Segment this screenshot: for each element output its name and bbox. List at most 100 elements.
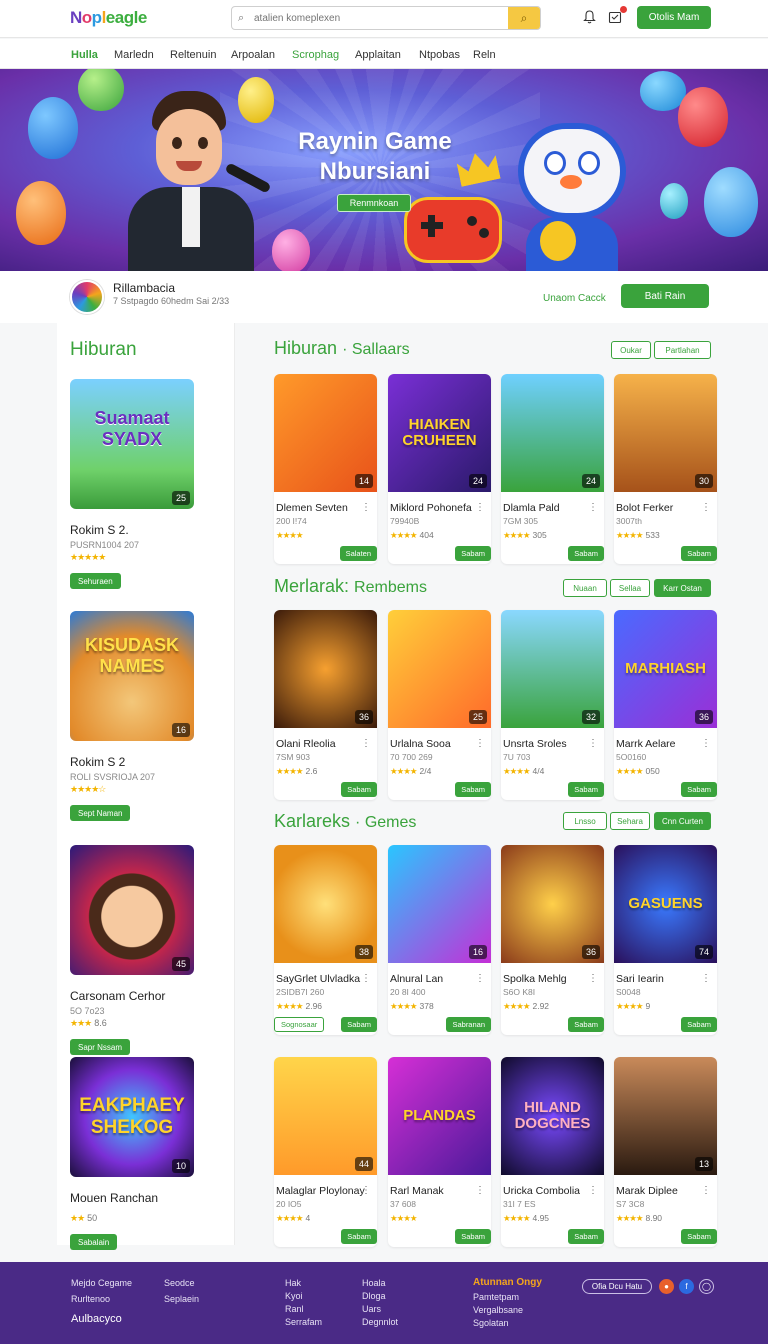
play-button[interactable]: Sabam xyxy=(455,782,491,797)
game-card[interactable]: 13 Marak Diplee ⋮ S7 3C8 ★★★★ 8.90 Sabam xyxy=(614,1057,717,1247)
game-card[interactable]: 44 Malaglar Ploylonay ⋮ 20 IO5 ★★★★ 4 Sabam xyxy=(274,1057,377,1247)
nav-item[interactable]: Reln xyxy=(473,49,496,61)
game-thumbnail[interactable]: HIAIKEN CRUHEEN 24 xyxy=(388,374,491,492)
secondary-button[interactable]: Sognosaar xyxy=(274,1017,325,1032)
nav-item[interactable]: Marledn xyxy=(114,49,154,61)
play-button[interactable]: Sapr Nssam xyxy=(70,1039,131,1055)
more-options-icon[interactable]: ⋮ xyxy=(475,502,485,513)
play-button[interactable]: Sabam xyxy=(568,546,604,561)
nav-item[interactable]: Hulla xyxy=(71,49,98,61)
sidebar-game-card[interactable]: EAKPHAEY SHEKOG 10 Mouen Ranchan ★★ 50 Sa… xyxy=(70,1057,194,1250)
header-cta-button[interactable]: Otolis Mam xyxy=(637,6,711,29)
filter-chip[interactable]: Nuaan xyxy=(563,579,607,597)
game-thumbnail[interactable]: 16 xyxy=(388,845,491,963)
sidebar-game-card[interactable]: 45 Carsonam Cerhor 5O 7o23 ★★★ 8.6 Sapr N… xyxy=(70,845,194,1055)
filter-chip[interactable]: Sehara xyxy=(610,812,650,830)
more-options-icon[interactable]: ⋮ xyxy=(475,1185,485,1196)
game-card[interactable]: 36 Olani Rleolia ⋮ 7SM 903 ★★★★ 2.6 Sabam xyxy=(274,610,377,800)
nav-item[interactable]: Ntpobas xyxy=(419,49,460,61)
footer-link[interactable]: Dloga xyxy=(362,1291,386,1301)
game-card[interactable]: 24 Dlamla Pald ⋮ 7GM 305 ★★★★ 305 Sabam xyxy=(501,374,604,564)
play-button[interactable]: Sept Naman xyxy=(70,805,131,821)
game-thumbnail[interactable]: 14 xyxy=(274,374,377,492)
footer-link[interactable]: Degnnlot xyxy=(362,1317,398,1327)
footer-link[interactable]: Vergalbsane xyxy=(473,1305,523,1315)
play-button[interactable]: Sabam xyxy=(681,1017,717,1032)
game-card[interactable]: GASUENS 74 Sari Iearin ⋮ S0048 ★★★★ 9 Sabam xyxy=(614,845,717,1035)
more-options-icon[interactable]: ⋮ xyxy=(701,738,711,749)
game-thumbnail[interactable]: 25 xyxy=(388,610,491,728)
play-button[interactable]: Sabam xyxy=(455,1229,491,1244)
hero-cta-button[interactable]: Renmnkoan xyxy=(337,194,411,212)
nav-item[interactable]: Scrophag xyxy=(292,49,339,61)
footer-link[interactable]: Rurltenoo xyxy=(71,1294,110,1304)
game-thumbnail[interactable]: 30 xyxy=(614,374,717,492)
play-button[interactable]: Sabam xyxy=(568,1229,604,1244)
game-thumbnail[interactable]: MARHIASH 36 xyxy=(614,610,717,728)
play-button[interactable]: Sabalain xyxy=(70,1234,118,1250)
game-card[interactable]: PLANDAS Rarl Manak ⋮ 37 608 ★★★★ Sabam xyxy=(388,1057,491,1247)
play-button[interactable]: Salaten xyxy=(339,546,377,561)
more-options-icon[interactable]: ⋮ xyxy=(361,738,371,749)
game-card[interactable]: HIAIKEN CRUHEEN 24 Miklord Pohonefa ⋮ 79940B… xyxy=(388,374,491,564)
game-thumbnail[interactable]: Suamaat SYADX 25 xyxy=(70,379,194,509)
filter-chip[interactable]: Oukar xyxy=(611,341,651,359)
play-button[interactable]: Sabam xyxy=(681,546,717,561)
inbox-icon[interactable] xyxy=(606,6,627,26)
footer-link[interactable]: Sgolatan xyxy=(473,1318,509,1328)
more-options-icon[interactable]: ⋮ xyxy=(588,738,598,749)
nav-item[interactable]: Applaitan xyxy=(355,49,401,61)
game-thumbnail[interactable]: PLANDAS xyxy=(388,1057,491,1175)
more-options-icon[interactable]: ⋮ xyxy=(588,973,598,984)
game-card[interactable]: 14 Dlemen Sevten ⋮ 200 I!74 ★★★★ Salaten xyxy=(274,374,377,564)
footer-link[interactable]: Seplaein xyxy=(164,1294,199,1304)
game-card[interactable]: 36 Spolka Mehlg ⋮ S6O K8I ★★★★ 2.92 Sabam xyxy=(501,845,604,1035)
game-card[interactable]: 30 Bolot Ferker ⋮ 3007th ★★★★ 533 Sabam xyxy=(614,374,717,564)
social-icon[interactable]: ◯ xyxy=(699,1279,714,1294)
profile-link[interactable]: Unaom Cacck xyxy=(543,293,606,304)
play-button[interactable]: Sabam xyxy=(681,1229,717,1244)
game-card[interactable]: 25 Urlalna Sooa ⋮ 70 700 269 ★★★★ 2/4 Sabam xyxy=(388,610,491,800)
sidebar-game-card[interactable]: KISUDASK NAMES 16 Rokim S 2 ROLI SVSRIOJ… xyxy=(70,611,194,821)
play-button[interactable]: Sabranan xyxy=(446,1017,491,1032)
sidebar-game-card[interactable]: Suamaat SYADX 25 Rokim S 2. PUSRN1004 20… xyxy=(70,379,194,589)
play-button[interactable]: Sabam xyxy=(455,546,491,561)
more-options-icon[interactable]: ⋮ xyxy=(475,738,485,749)
avatar[interactable] xyxy=(70,280,104,314)
game-thumbnail[interactable]: 32 xyxy=(501,610,604,728)
game-thumbnail[interactable]: 45 xyxy=(70,845,194,975)
filter-chip[interactable]: Lnsso xyxy=(563,812,607,830)
filter-chip[interactable]: Partlahan xyxy=(654,341,711,359)
game-thumbnail[interactable]: 36 xyxy=(501,845,604,963)
nav-item[interactable]: Reltenuin xyxy=(170,49,216,61)
more-options-icon[interactable]: ⋮ xyxy=(361,973,371,984)
footer-link[interactable]: Mejdo Cegame xyxy=(71,1278,132,1288)
footer-link[interactable]: Pamtetpam xyxy=(473,1292,519,1302)
social-icon[interactable]: f xyxy=(679,1279,694,1294)
footer-link[interactable]: Hoala xyxy=(362,1278,386,1288)
game-card[interactable]: 38 SayGrlet Ulvladka ⋮ 2SIDB7I 260 ★★★★ 2.96 S… xyxy=(274,845,377,1035)
footer-language-pill[interactable]: Ofia Dcu Hatu xyxy=(582,1279,652,1294)
game-thumbnail[interactable]: KISUDASK NAMES 16 xyxy=(70,611,194,741)
more-options-icon[interactable]: ⋮ xyxy=(588,1185,598,1196)
play-button[interactable]: Sabam xyxy=(341,1017,377,1032)
game-card[interactable]: HILAND DOGCNES Uricka Combolia ⋮ 31I 7 ES ★★… xyxy=(501,1057,604,1247)
profile-action-button[interactable]: Bati Rain xyxy=(621,284,709,308)
footer-link[interactable]: Ranl xyxy=(285,1304,304,1314)
bell-icon[interactable] xyxy=(580,8,598,26)
more-options-icon[interactable]: ⋮ xyxy=(475,973,485,984)
game-card[interactable]: MARHIASH 36 Marrk Aelare ⋮ 5O0160 ★★★★ 050 Saba… xyxy=(614,610,717,800)
filter-chip[interactable]: Cnn Curten xyxy=(654,812,711,830)
game-thumbnail[interactable]: 36 xyxy=(274,610,377,728)
more-options-icon[interactable]: ⋮ xyxy=(701,973,711,984)
more-options-icon[interactable]: ⋮ xyxy=(361,1185,371,1196)
footer-link[interactable]: Serrafam xyxy=(285,1317,322,1327)
filter-chip[interactable]: Karr Ostan xyxy=(654,579,711,597)
search-input[interactable] xyxy=(254,12,508,24)
nav-item[interactable]: Arpoalan xyxy=(231,49,275,61)
game-thumbnail[interactable]: 38 xyxy=(274,845,377,963)
footer-link[interactable]: Uars xyxy=(362,1304,381,1314)
footer-link[interactable]: Seodce xyxy=(164,1278,195,1288)
play-button[interactable]: Sabam xyxy=(568,782,604,797)
play-button[interactable]: Sabam xyxy=(341,1229,377,1244)
